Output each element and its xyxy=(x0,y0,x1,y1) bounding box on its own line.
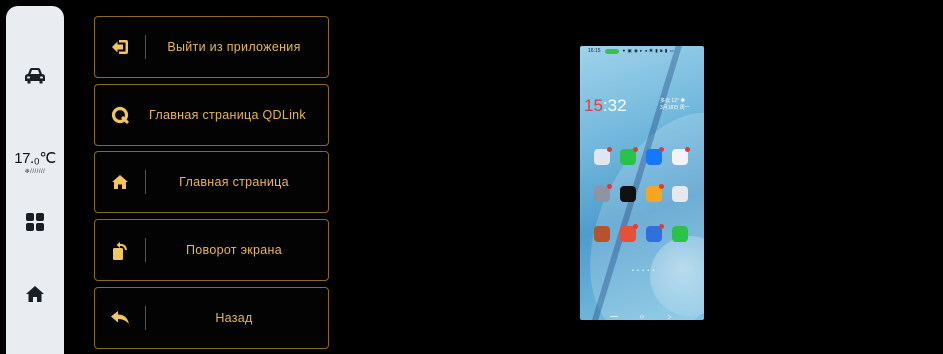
status-icons: ● ▣ ◉ ▸ ◂ ✱ ▮ ◙ ▮ ▭ xyxy=(622,48,675,53)
fan-level-indicator: ❄/////// xyxy=(24,169,46,175)
qdlink-logo-icon xyxy=(95,85,145,145)
apps-button[interactable] xyxy=(6,204,64,240)
date-line: 3月18日 周一 xyxy=(660,105,690,111)
call-indicator xyxy=(604,48,619,54)
phone-mirror-screen[interactable]: 16:15 ● ▣ ◉ ▸ ◂ ✱ ▮ ◙ ▮ ▭ 15:32 多云 12° ☀… xyxy=(580,46,704,320)
car-icon xyxy=(25,68,45,84)
app-icon[interactable] xyxy=(620,224,638,242)
app-icon[interactable] xyxy=(672,226,688,242)
climate-widget[interactable]: 17.₀℃ ❄/////// xyxy=(6,142,64,182)
menu-item-label: Главная страница xyxy=(179,175,289,189)
clock-hours: 15 xyxy=(584,96,603,115)
app-icon[interactable] xyxy=(646,224,664,242)
page-indicator: • • • • • xyxy=(632,268,656,274)
app-icon[interactable] xyxy=(672,147,690,165)
car-button[interactable] xyxy=(6,58,64,94)
weather-line: 多云 12° ☀ xyxy=(660,98,686,104)
menu-item-exit-app[interactable]: Выйти из приложения xyxy=(94,16,329,78)
app-icon[interactable] xyxy=(594,184,612,202)
temperature-readout: 17.₀℃ xyxy=(14,150,56,167)
home-icon xyxy=(26,286,44,302)
phone-status-bar: 16:15 ● ▣ ◉ ▸ ◂ ✱ ▮ ◙ ▮ ▭ xyxy=(580,46,704,56)
app-icon[interactable] xyxy=(620,186,636,202)
menu-item-label: Поворот экрана xyxy=(185,243,283,257)
clock-widget[interactable]: 15:32 xyxy=(584,96,627,116)
dock-home-button[interactable] xyxy=(6,276,64,312)
menu-item-label: Выйти из приложения xyxy=(167,40,301,54)
app-icon[interactable] xyxy=(594,226,610,242)
app-icon[interactable] xyxy=(594,147,612,165)
app-icon[interactable] xyxy=(646,184,664,202)
menu-item-back[interactable]: Назад xyxy=(94,287,329,349)
weather-widget[interactable]: 多云 12° ☀ 3月18日 周一 xyxy=(660,98,690,112)
status-time: 16:15 xyxy=(588,48,601,54)
app-icon[interactable] xyxy=(620,147,638,165)
apps-grid-icon xyxy=(26,213,44,231)
menu-item-rotate-screen[interactable]: Поворот экрана xyxy=(94,219,329,281)
menu-item-qdlink-home[interactable]: Главная страница QDLink xyxy=(94,84,329,146)
exit-icon xyxy=(95,17,145,77)
app-icon[interactable] xyxy=(646,147,664,165)
rotate-screen-icon xyxy=(95,220,145,280)
home-icon xyxy=(95,152,145,212)
app-icon[interactable] xyxy=(672,186,688,202)
back-arrow-icon xyxy=(95,288,145,348)
vehicle-dock: 17.₀℃ ❄/////// xyxy=(6,6,64,354)
menu-item-label: Главная страница QDLink xyxy=(149,108,306,122)
clock-minutes: :32 xyxy=(602,96,627,115)
phone-nav-bar xyxy=(610,314,672,320)
menu-item-home-page[interactable]: Главная страница xyxy=(94,151,329,213)
menu-item-label: Назад xyxy=(215,311,253,325)
